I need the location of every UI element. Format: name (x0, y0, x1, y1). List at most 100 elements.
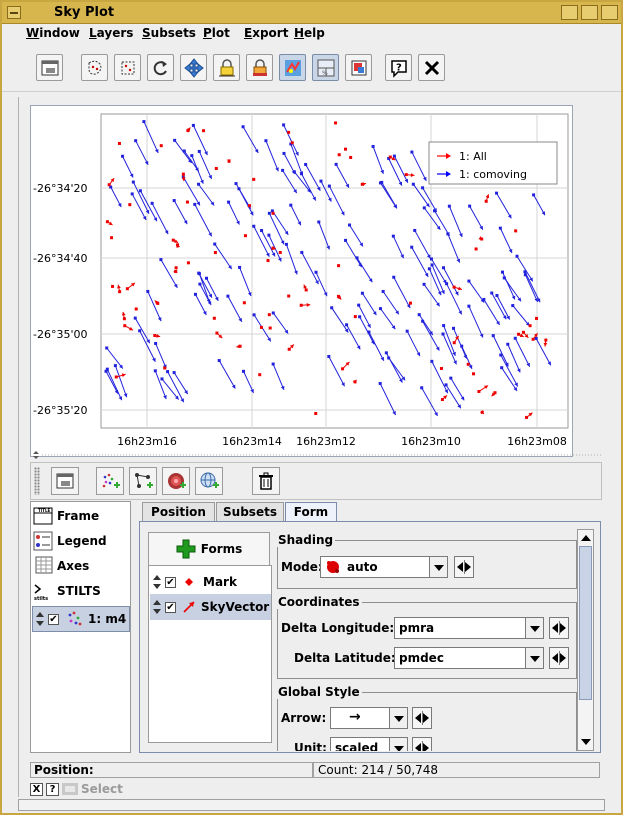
remove-layer-button[interactable] (252, 467, 280, 495)
region-button[interactable] (81, 54, 108, 81)
comoving-vector-origin (384, 351, 388, 355)
comoving-vector-origin (500, 366, 504, 370)
control-list: TITLE Frame Legend Axes stilts STILTS ✔ … (30, 501, 131, 753)
add-sky-layer-button[interactable] (195, 467, 223, 495)
delta-latitude-select[interactable]: pmdec (394, 647, 544, 669)
arrow-select[interactable]: → (330, 707, 408, 729)
selection-help-button[interactable]: ? (46, 782, 59, 796)
menu-export[interactable]: Export (244, 26, 288, 40)
mark-icon (185, 578, 193, 586)
comoving-vector-origin (284, 242, 288, 246)
export-image-icon (351, 60, 366, 75)
form-mark-checkbox[interactable]: ✔ (165, 576, 176, 588)
chevron-down-icon[interactable] (389, 708, 407, 728)
menu-window[interactable]: Window (26, 26, 80, 40)
new-window-button[interactable] (36, 54, 63, 81)
y-tick-label: -26°35'20 (33, 404, 87, 417)
drag-region-button[interactable] (114, 54, 141, 81)
drag-handle-icon[interactable] (153, 575, 161, 589)
all-vector-origin (181, 172, 185, 176)
tab-form[interactable]: Form (285, 502, 337, 522)
menu-layers[interactable]: Layers (89, 26, 133, 40)
add-density-layer-button[interactable] (162, 467, 190, 495)
replot-icon (153, 60, 167, 75)
maximize-button[interactable] (581, 5, 598, 20)
form-item-skyvector[interactable]: ✔ SkyVector (150, 594, 271, 620)
sky-plot-window: Sky Plot Window Layers Subsets Plot Expo… (0, 0, 623, 815)
delta-latitude-stepper[interactable] (549, 647, 569, 669)
mode-stepper[interactable] (454, 556, 474, 578)
comoving-vector-origin (491, 334, 495, 338)
sky-plot-canvas[interactable]: -26°34'20 -26°34'40 -26°35'00 -26°35'20 16h2… (31, 106, 572, 456)
chevron-down-icon[interactable] (389, 738, 407, 751)
drag-handle-icon[interactable] (36, 612, 44, 626)
drag-handle-icon[interactable] (153, 600, 161, 614)
tab-position[interactable]: Position (142, 502, 215, 522)
layer-checkbox[interactable]: ✔ (48, 613, 59, 625)
split-pane-divider[interactable] (30, 451, 602, 461)
select-button[interactable]: Select (62, 782, 123, 796)
tab-subsets[interactable]: Subsets (216, 502, 284, 522)
add-pair-layer-button[interactable] (129, 467, 157, 495)
comoving-vector-origin (444, 383, 448, 387)
control-item-stilts[interactable]: stilts STILTS (33, 579, 101, 603)
all-vector-origin (531, 337, 535, 341)
toolbar-grip[interactable] (34, 467, 40, 495)
scrollbar-thumb[interactable] (579, 546, 592, 700)
control-item-frame[interactable]: TITLE Frame (33, 504, 99, 528)
navigate-button[interactable] (180, 54, 207, 81)
all-vector-origin (215, 331, 219, 335)
comoving-vector-origin (166, 370, 170, 374)
add-position-layer-button[interactable] (96, 467, 124, 495)
layer-item-m4[interactable]: ✔ 1: m4 (32, 606, 130, 632)
menu-help[interactable]: Help (294, 26, 325, 40)
sky-plot-panel[interactable]: -26°34'20 -26°34'40 -26°35'00 -26°35'20 16h2… (30, 105, 573, 457)
form-scrollbar[interactable] (577, 529, 594, 751)
control-item-axes[interactable]: Axes (33, 554, 89, 578)
axis-grid-button[interactable]: % (312, 54, 339, 81)
delta-longitude-value: pmra (399, 621, 435, 635)
form-skyvector-checkbox[interactable]: ✔ (165, 601, 176, 613)
delta-latitude-label: Delta Latitude: (294, 651, 396, 665)
mode-select[interactable]: auto (320, 556, 448, 578)
all-mark (128, 203, 132, 207)
minimize-button[interactable] (561, 5, 578, 20)
all-mark (268, 326, 272, 330)
delta-longitude-select[interactable]: pmra (394, 617, 544, 639)
comoving-vector-origin (260, 229, 264, 233)
scatter-add-icon (102, 473, 120, 488)
chevron-down-icon[interactable] (429, 557, 447, 577)
form-item-mark[interactable]: ✔ Mark (150, 569, 271, 595)
close-plot-button[interactable] (418, 54, 445, 81)
forms-button[interactable]: Forms (148, 532, 270, 566)
unit-stepper[interactable] (412, 737, 432, 751)
menu-plot[interactable]: Plot (203, 26, 230, 40)
all-vector-origin (525, 415, 529, 419)
comoving-vector-origin (172, 371, 176, 375)
chevron-down-icon[interactable] (525, 648, 543, 668)
comoving-vector-origin (237, 187, 241, 191)
sketch-button[interactable] (279, 54, 306, 81)
clear-selection-button[interactable]: X (30, 782, 43, 796)
comoving-vector-origin (410, 245, 414, 249)
all-mark (337, 264, 341, 268)
delta-longitude-stepper[interactable] (549, 617, 569, 639)
comoving-vector-origin (173, 138, 177, 142)
lock-aspect-button[interactable] (246, 54, 273, 81)
comoving-vector-origin (357, 303, 361, 307)
control-item-legend[interactable]: Legend (33, 529, 107, 553)
window-menu-icon[interactable] (7, 6, 21, 19)
all-vector-origin (125, 287, 129, 291)
help-button[interactable]: ? (385, 54, 412, 81)
arrow-stepper[interactable] (412, 707, 432, 729)
arrow-label: Arrow: (281, 711, 327, 725)
lock-axes-button[interactable] (213, 54, 240, 81)
unit-select[interactable]: scaled (330, 737, 408, 751)
chevron-down-icon[interactable] (525, 618, 543, 638)
export-image-button[interactable] (345, 54, 372, 81)
replot-button[interactable] (147, 54, 174, 81)
menu-subsets[interactable]: Subsets (142, 26, 196, 40)
close-window-button[interactable] (601, 5, 618, 20)
float-controls-button[interactable] (51, 467, 79, 495)
all-mark (409, 301, 413, 305)
